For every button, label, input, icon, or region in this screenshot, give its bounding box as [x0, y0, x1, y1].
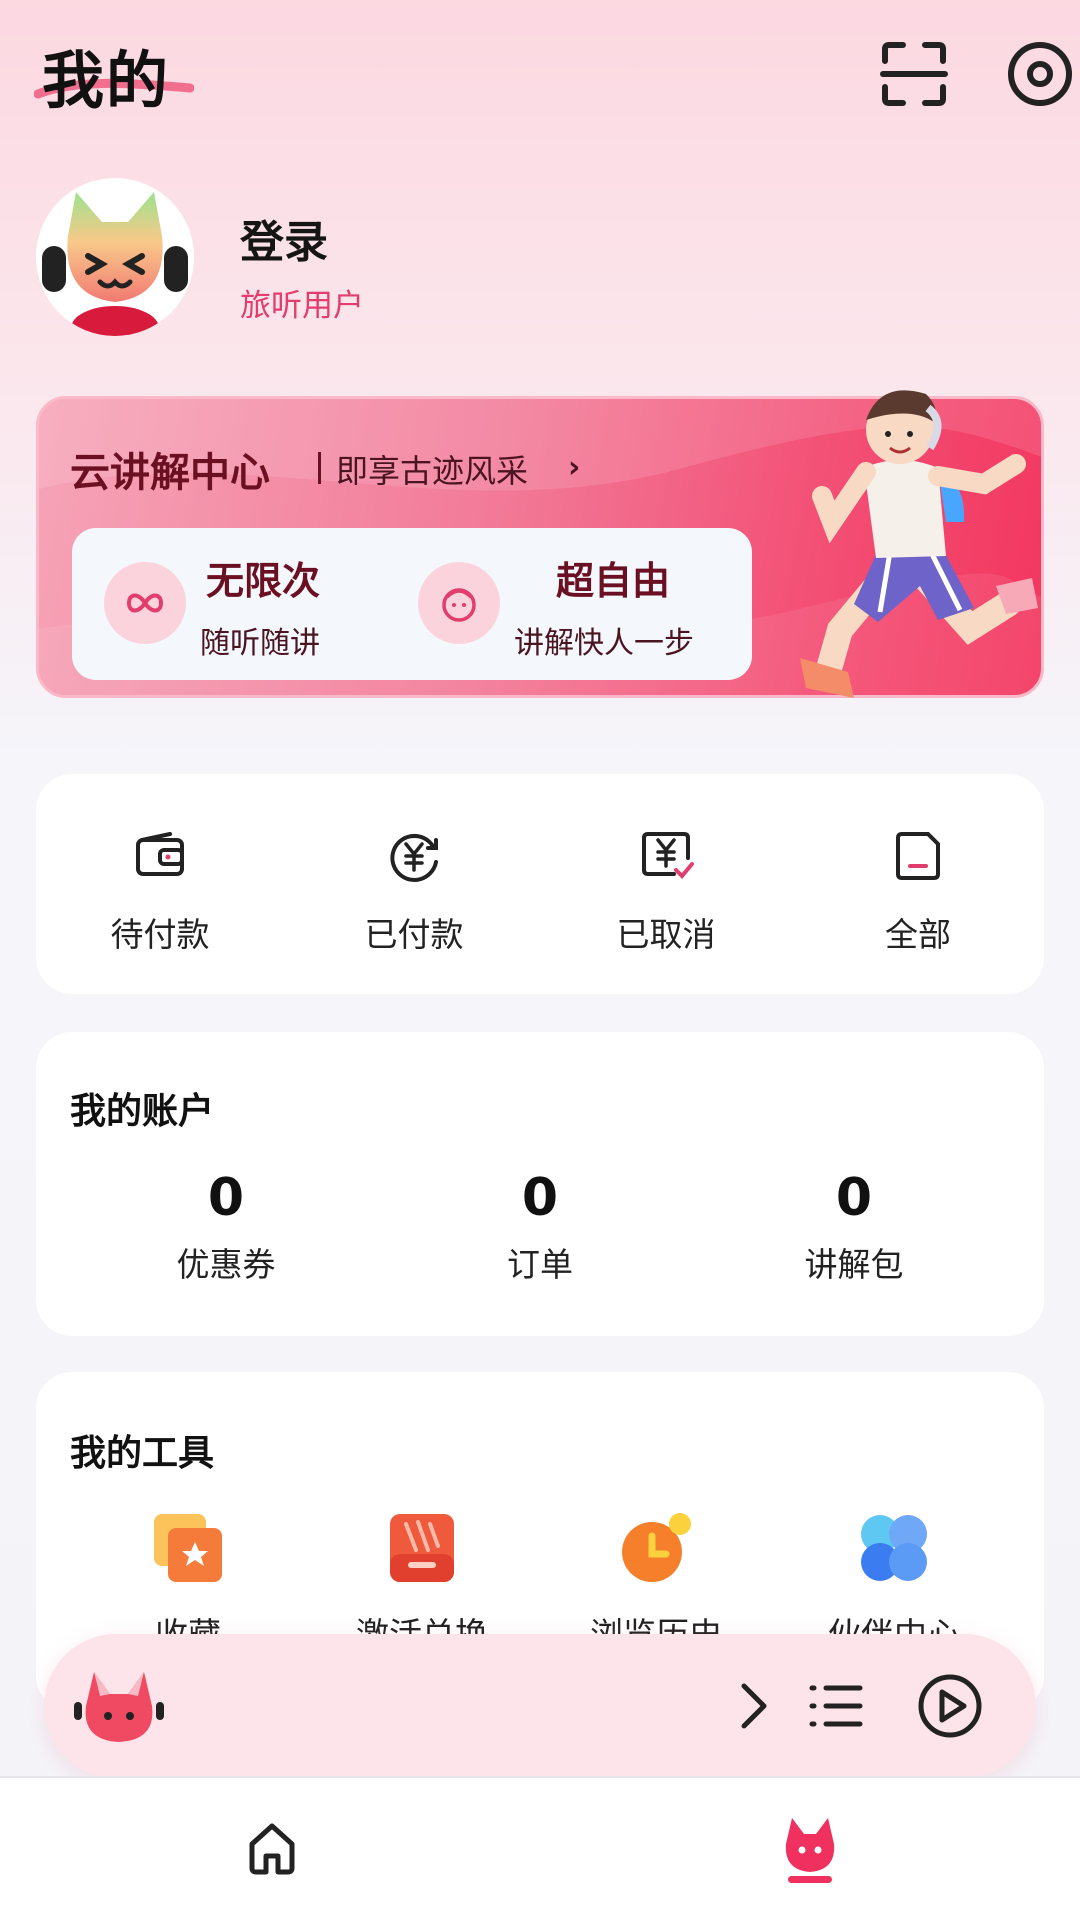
order-pending[interactable]: 待付款 — [60, 826, 260, 956]
order-label: 待付款 — [110, 915, 210, 954]
running-boy-illustration — [800, 390, 1038, 698]
order-label: 全部 — [885, 915, 951, 954]
feature-subtitle: 随听随讲 — [200, 626, 320, 661]
wallet-icon — [136, 832, 184, 876]
paid-icon — [390, 833, 438, 882]
banner-title: 云讲解中心 — [70, 450, 270, 496]
banner-subtitle: 即享古迹风采 — [336, 452, 529, 490]
page-title: 我的 — [42, 44, 171, 117]
settings-button[interactable] — [1002, 36, 1078, 112]
scan-icon — [880, 42, 948, 106]
stat-value: 0 — [835, 1168, 873, 1228]
guide-pack-stat[interactable]: 0 讲解包 — [734, 1168, 974, 1286]
tools-section-title: 我的工具 — [70, 1433, 215, 1474]
user-type-label: 旅听用户 — [240, 288, 364, 324]
favorite-icon — [154, 1514, 222, 1582]
account-section-title: 我的账户 — [70, 1091, 215, 1132]
settings-icon — [1008, 42, 1072, 106]
order-label: 已取消 — [616, 915, 716, 954]
scan-button[interactable] — [876, 36, 952, 112]
mine-icon[interactable] — [780, 1814, 840, 1886]
order-paid[interactable]: 已付款 — [314, 826, 514, 956]
activate-icon — [390, 1514, 454, 1582]
stat-label: 订单 — [507, 1245, 573, 1284]
order-all[interactable]: 全部 — [818, 826, 1018, 956]
feature-title: 无限次 — [206, 559, 321, 603]
cancelled-icon — [642, 832, 694, 879]
order-label: 已付款 — [364, 915, 464, 954]
banner-separator — [318, 452, 321, 484]
partner-icon — [861, 1515, 927, 1581]
order-stat[interactable]: 0 订单 — [420, 1168, 660, 1286]
playlist-icon[interactable] — [806, 1676, 866, 1736]
coupon-stat[interactable]: 0 优惠券 — [106, 1168, 346, 1286]
chevron-right-icon: › — [568, 450, 581, 485]
stat-value: 0 — [521, 1168, 559, 1228]
login-link[interactable]: 登录 — [240, 206, 328, 270]
face-icon — [418, 562, 500, 644]
home-icon[interactable] — [244, 1820, 300, 1876]
player-mascot-icon — [74, 1672, 164, 1742]
avatar[interactable] — [36, 178, 194, 336]
cat-mascot-icon — [42, 192, 188, 336]
stat-label: 讲解包 — [804, 1245, 904, 1284]
infinity-icon — [104, 562, 186, 644]
stat-label: 优惠券 — [176, 1245, 276, 1284]
feature-title: 超自由 — [556, 559, 671, 603]
stat-value: 0 — [207, 1168, 245, 1228]
bottom-navigation — [0, 1776, 1080, 1920]
play-icon[interactable] — [916, 1672, 984, 1740]
order-cancelled[interactable]: 已取消 — [566, 826, 766, 956]
mini-player[interactable] — [44, 1634, 1036, 1778]
history-icon — [622, 1513, 691, 1582]
chevron-right-icon[interactable] — [728, 1676, 780, 1736]
all-orders-icon — [896, 832, 940, 880]
feature-subtitle: 讲解快人一步 — [514, 626, 694, 661]
